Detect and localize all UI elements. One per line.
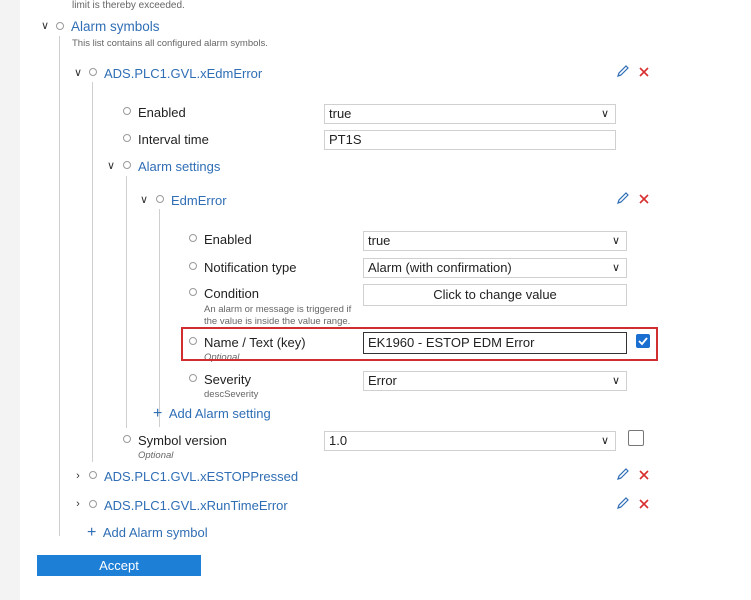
enabled-select[interactable]: true ∨ (324, 104, 616, 124)
left-gutter (0, 0, 20, 600)
severity-value: Error (368, 373, 397, 388)
symbol-version-label: Symbol version (138, 433, 227, 448)
tree-node-dot (123, 161, 131, 169)
chevron-down-icon: ∨ (611, 235, 620, 247)
notification-type-select[interactable]: Alarm (with confirmation) ∨ (363, 258, 627, 278)
tree-guide-symbol1 (92, 82, 93, 462)
tree-node-dot (123, 134, 131, 142)
enabled-select-value: true (329, 106, 352, 121)
edit-pencil-icon[interactable] (616, 64, 630, 78)
chevron-down-icon: ∨ (600, 108, 609, 120)
chevron-right-icon[interactable]: › (73, 471, 83, 482)
edit-pencil-icon[interactable] (616, 467, 630, 481)
tree-node-dot (89, 68, 97, 76)
interval-time-input[interactable]: PT1S (324, 130, 616, 150)
delete-x-icon[interactable] (638, 193, 650, 205)
tree-node-dot (56, 22, 64, 30)
tree-node-dot (89, 471, 97, 479)
setting-enabled-value: true (368, 233, 391, 248)
add-alarm-symbol-label: Add Alarm symbol (102, 525, 208, 540)
plus-icon: + (87, 524, 97, 541)
chevron-down-icon[interactable]: ∨ (73, 68, 83, 79)
severity-hint: descSeverity (204, 389, 259, 400)
symbol-version-select[interactable]: 1.0 ∨ (324, 431, 616, 451)
setting-enabled-select[interactable]: true ∨ (363, 231, 627, 251)
accept-button[interactable]: Accept (37, 555, 201, 576)
chevron-down-icon: ∨ (611, 375, 620, 387)
delete-x-icon[interactable] (638, 66, 650, 78)
add-alarm-symbol-button[interactable]: + Add Alarm symbol (87, 524, 208, 541)
symbol-version-value: 1.0 (329, 433, 348, 448)
alarm-setting-name[interactable]: EdmError (171, 193, 227, 208)
chevron-down-icon: ∨ (600, 435, 609, 447)
alarm-symbols-title[interactable]: Alarm symbols (71, 19, 160, 34)
tree-guide-edmerror (159, 209, 160, 427)
symbol-name-edm-error[interactable]: ADS.PLC1.GVL.xEdmError (104, 66, 262, 81)
top-hint: limit is thereby exceeded. (72, 0, 185, 11)
chevron-right-icon[interactable]: › (73, 499, 83, 510)
symbol-version-hint: Optional (138, 450, 174, 461)
tree-node-dot (189, 288, 197, 296)
condition-hint-line2: the value is inside the value range. (204, 316, 351, 327)
tree-guide-root (59, 36, 60, 536)
setting-enabled-label: Enabled (204, 232, 252, 247)
tree-node-dot (89, 500, 97, 508)
plus-icon: + (153, 405, 163, 422)
tree-node-dot (189, 374, 197, 382)
tree-guide-settings (126, 176, 127, 428)
interval-time-label: Interval time (138, 132, 209, 147)
tree-node-dot (123, 107, 131, 115)
highlight-box (181, 327, 658, 361)
notification-type-label: Notification type (204, 260, 297, 275)
symbol-name-runtime-error[interactable]: ADS.PLC1.GVL.xRunTimeError (104, 498, 288, 513)
edit-pencil-icon[interactable] (616, 191, 630, 205)
tree-node-dot (189, 262, 197, 270)
notification-type-value: Alarm (with confirmation) (368, 260, 512, 275)
delete-x-icon[interactable] (638, 498, 650, 510)
tree-node-dot (156, 195, 164, 203)
enabled-label: Enabled (138, 105, 186, 120)
chevron-down-icon[interactable]: ∨ (139, 195, 149, 206)
add-alarm-setting-button[interactable]: + Add Alarm setting (153, 405, 271, 422)
condition-label: Condition (204, 286, 259, 301)
tree-node-dot (123, 435, 131, 443)
alarm-symbols-description: This list contains all configured alarm … (72, 38, 268, 49)
edit-pencil-icon[interactable] (616, 496, 630, 510)
chevron-down-icon[interactable]: ∨ (40, 21, 50, 32)
symbol-version-checkbox[interactable] (628, 430, 644, 446)
condition-hint-line1: An alarm or message is triggered if (204, 304, 352, 315)
symbol-name-estop-pressed[interactable]: ADS.PLC1.GVL.xESTOPPressed (104, 469, 298, 484)
chevron-down-icon: ∨ (611, 262, 620, 274)
condition-change-button[interactable]: Click to change value (363, 284, 627, 306)
chevron-down-icon[interactable]: ∨ (106, 161, 116, 172)
alarm-settings-title[interactable]: Alarm settings (138, 159, 220, 174)
tree-node-dot (189, 234, 197, 242)
add-alarm-setting-label: Add Alarm setting (168, 406, 271, 421)
delete-x-icon[interactable] (638, 469, 650, 481)
severity-label: Severity (204, 372, 251, 387)
severity-select[interactable]: Error ∨ (363, 371, 627, 391)
